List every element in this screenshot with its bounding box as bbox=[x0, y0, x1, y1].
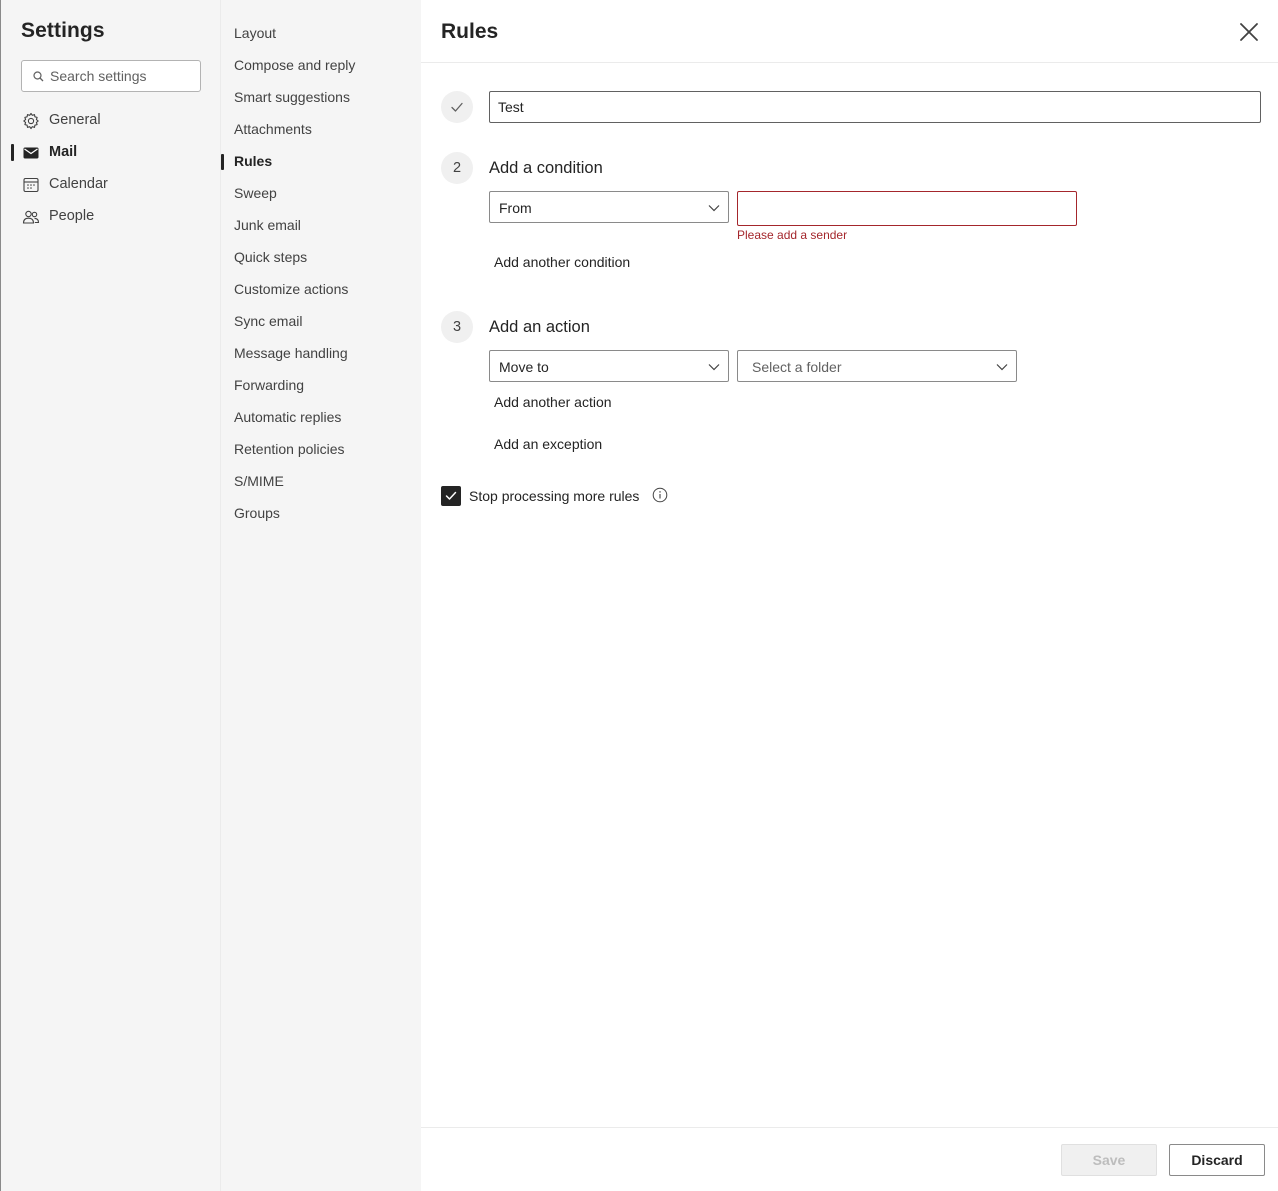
nav-label: Rules bbox=[234, 153, 273, 169]
nav-label: Message handling bbox=[234, 345, 348, 361]
nav-label: Customize actions bbox=[234, 281, 349, 297]
checkmark-icon bbox=[445, 491, 457, 500]
nav-label: Forwarding bbox=[234, 377, 305, 393]
nav-label: Smart suggestions bbox=[234, 89, 350, 105]
mail-icon bbox=[23, 147, 39, 159]
category-general[interactable]: General bbox=[1, 104, 220, 136]
settings-title: Settings bbox=[21, 19, 105, 42]
discard-button[interactable]: Discard bbox=[1169, 1144, 1265, 1176]
footer-divider bbox=[421, 1127, 1278, 1128]
close-icon[interactable] bbox=[1237, 20, 1261, 44]
nav-junk-email[interactable]: Junk email bbox=[221, 210, 421, 242]
chevron-down-icon bbox=[708, 364, 720, 371]
nav-automatic-replies[interactable]: Automatic replies bbox=[221, 402, 421, 434]
calendar-icon bbox=[23, 177, 39, 193]
category-label: Mail bbox=[49, 144, 78, 160]
settings-categories-pane: Settings General Mail Calendar bbox=[1, 0, 220, 1191]
nav-label: Sync email bbox=[234, 313, 303, 329]
add-another-action-button[interactable]: Add another action bbox=[494, 394, 612, 410]
header-divider bbox=[421, 62, 1278, 63]
info-icon[interactable] bbox=[652, 487, 668, 503]
nav-message-handling[interactable]: Message handling bbox=[221, 338, 421, 370]
nav-smime[interactable]: S/MIME bbox=[221, 466, 421, 498]
search-input[interactable] bbox=[50, 61, 198, 91]
active-indicator bbox=[11, 144, 14, 161]
step-2-circle: 2 bbox=[441, 152, 473, 184]
add-exception-button[interactable]: Add an exception bbox=[494, 436, 602, 452]
nav-label: S/MIME bbox=[234, 473, 284, 489]
nav-label: Layout bbox=[234, 25, 277, 41]
category-mail[interactable]: Mail bbox=[1, 136, 220, 168]
dropdown-value: From bbox=[499, 200, 532, 216]
category-calendar[interactable]: Calendar bbox=[1, 168, 220, 200]
nav-customize-actions[interactable]: Customize actions bbox=[221, 274, 421, 306]
nav-label: Retention policies bbox=[234, 441, 345, 457]
nav-layout[interactable]: Layout bbox=[221, 18, 421, 50]
nav-sync-email[interactable]: Sync email bbox=[221, 306, 421, 338]
save-button[interactable]: Save bbox=[1061, 1144, 1157, 1176]
nav-label: Quick steps bbox=[234, 249, 308, 265]
nav-label: Compose and reply bbox=[234, 57, 356, 73]
chevron-down-icon bbox=[996, 364, 1008, 371]
mail-settings-nav: Layout Compose and reply Smart suggestio… bbox=[220, 0, 421, 1191]
nav-label: Attachments bbox=[234, 121, 312, 137]
nav-label: Junk email bbox=[234, 217, 301, 233]
search-icon bbox=[33, 71, 44, 82]
nav-compose-and-reply[interactable]: Compose and reply bbox=[221, 50, 421, 82]
category-label: Calendar bbox=[49, 176, 108, 192]
category-label: People bbox=[49, 208, 95, 224]
action-type-dropdown[interactable]: Move to bbox=[489, 350, 729, 382]
add-another-condition-button[interactable]: Add another condition bbox=[494, 254, 630, 270]
nav-forwarding[interactable]: Forwarding bbox=[221, 370, 421, 402]
nav-groups[interactable]: Groups bbox=[221, 498, 421, 530]
nav-label: Groups bbox=[234, 505, 280, 521]
active-indicator bbox=[221, 154, 224, 170]
action-heading: Add an action bbox=[489, 318, 590, 336]
chevron-down-icon bbox=[708, 205, 720, 212]
condition-type-dropdown[interactable]: From bbox=[489, 191, 729, 223]
nav-label: Automatic replies bbox=[234, 409, 342, 425]
nav-retention-policies[interactable]: Retention policies bbox=[221, 434, 421, 466]
condition-heading: Add a condition bbox=[489, 159, 603, 177]
sender-error-message: Please add a sender bbox=[737, 228, 848, 242]
nav-sweep[interactable]: Sweep bbox=[221, 178, 421, 210]
nav-label: Sweep bbox=[234, 185, 277, 201]
page-title: Rules bbox=[441, 20, 499, 43]
gear-icon bbox=[23, 112, 39, 130]
search-box[interactable] bbox=[21, 60, 201, 92]
sender-input[interactable] bbox=[737, 191, 1077, 226]
stop-processing-checkbox[interactable] bbox=[441, 486, 461, 506]
dropdown-value: Move to bbox=[499, 359, 549, 375]
checkmark-icon bbox=[451, 102, 463, 112]
nav-rules[interactable]: Rules bbox=[221, 146, 421, 178]
nav-smart-suggestions[interactable]: Smart suggestions bbox=[221, 82, 421, 114]
category-people[interactable]: People bbox=[1, 200, 220, 232]
stop-processing-label: Stop processing more rules bbox=[469, 488, 640, 504]
step-1-complete bbox=[441, 91, 473, 123]
nav-quick-steps[interactable]: Quick steps bbox=[221, 242, 421, 274]
rules-panel: Rules 2 Add a condition From Please add … bbox=[421, 0, 1278, 1191]
people-icon bbox=[22, 210, 40, 224]
folder-dropdown[interactable]: Select a folder bbox=[737, 350, 1017, 382]
category-label: General bbox=[49, 112, 101, 128]
step-3-circle: 3 bbox=[441, 311, 473, 343]
rule-name-input[interactable] bbox=[489, 91, 1261, 123]
dropdown-placeholder: Select a folder bbox=[752, 359, 842, 375]
nav-attachments[interactable]: Attachments bbox=[221, 114, 421, 146]
